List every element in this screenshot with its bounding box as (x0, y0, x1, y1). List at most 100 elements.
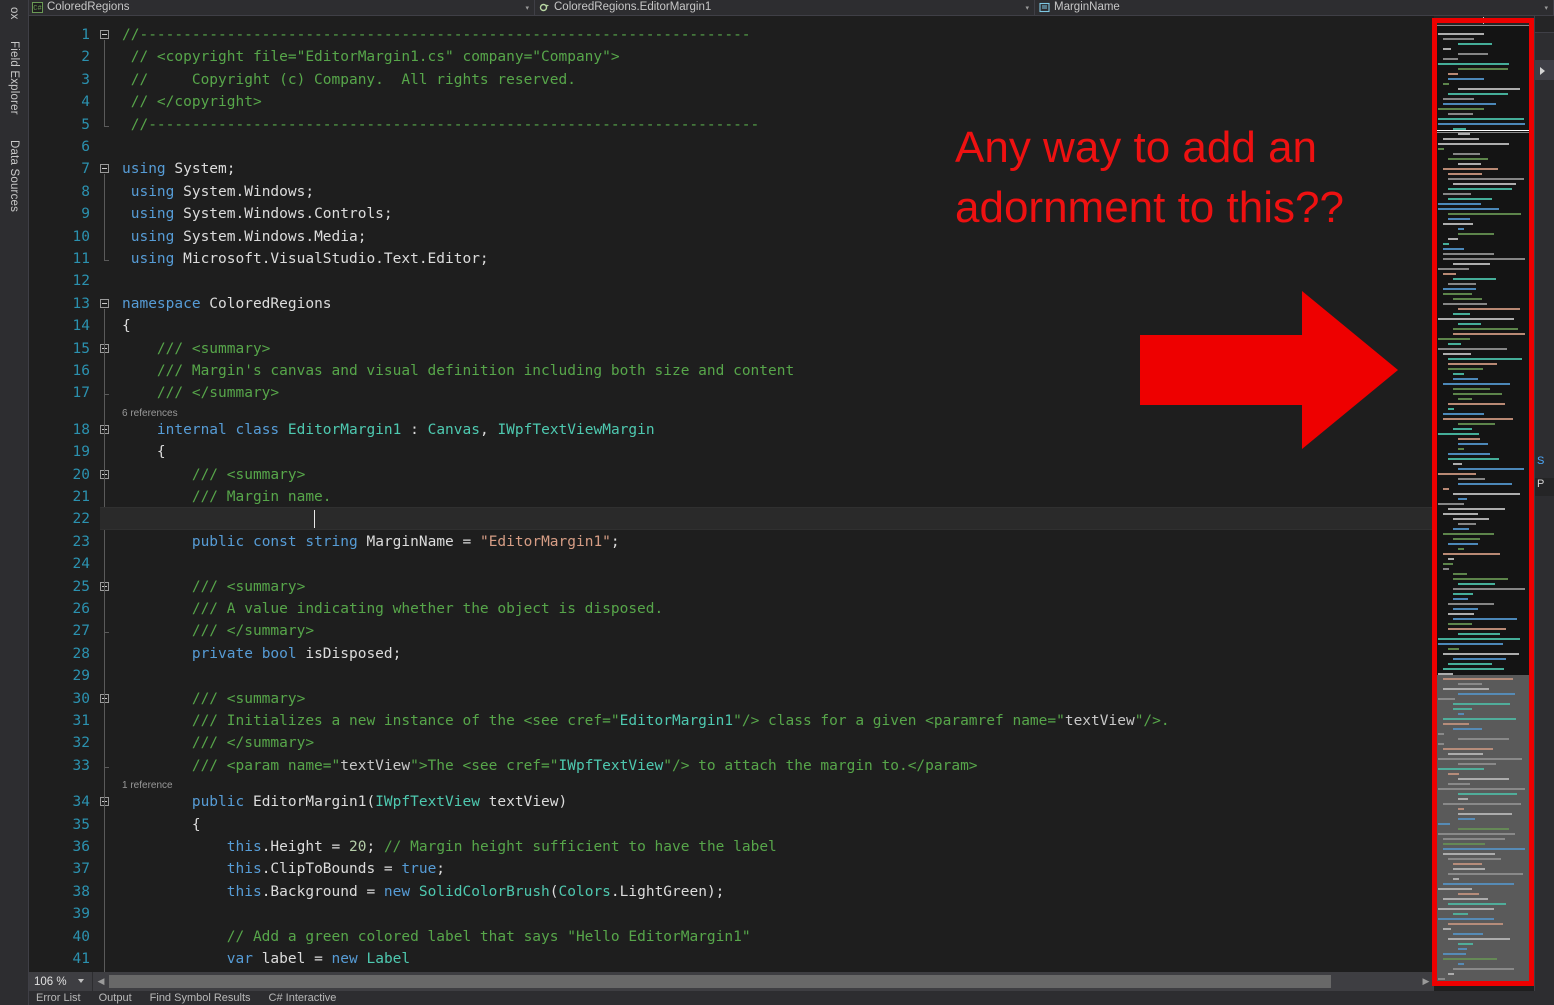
code-line[interactable]: /// Initializes a new instance of the <s… (122, 710, 1170, 732)
tab-find-symbol-results[interactable]: Find Symbol Results (150, 991, 251, 1005)
code-line[interactable]: /// <summary> (122, 576, 306, 598)
scroll-right-arrow-icon[interactable]: ▶ (1418, 972, 1434, 991)
minimap-code-line (1453, 868, 1485, 870)
code-token: /// </summary> (191, 623, 315, 640)
right-panel-properties[interactable]: P (1535, 478, 1554, 496)
minimap-code-line (1443, 288, 1476, 290)
code-line[interactable]: /// <summary> (122, 688, 306, 710)
minimap-code-line (1458, 468, 1524, 470)
code-line[interactable]: /// <param name="textView">The <see cref… (122, 755, 978, 777)
code-line[interactable]: using Microsoft.VisualStudio.Text.Editor… (122, 248, 489, 270)
code-line[interactable]: // Copyright (c) Company. All rights res… (122, 69, 576, 91)
dock-tab-field-explorer[interactable]: Field Explorer (0, 30, 28, 126)
minimap-code-line (1443, 928, 1451, 930)
code-line[interactable]: namespace ColoredRegions (122, 293, 332, 315)
minimap-code-line (1458, 233, 1494, 235)
navbar-type-dropdown[interactable]: ColoredRegions.EditorMargin1 ▾ (535, 0, 1035, 15)
code-line[interactable]: { (122, 315, 131, 337)
chevron-down-icon[interactable]: ▾ (1544, 0, 1548, 15)
line-number: 6 (81, 139, 90, 155)
code-line[interactable]: /// </summary> (122, 382, 279, 404)
minimap-code-line (1443, 103, 1496, 105)
minimap-code-line (1438, 108, 1484, 110)
minimap-code-line (1448, 78, 1484, 80)
right-panel-link[interactable]: S (1537, 455, 1544, 467)
code-line[interactable]: /// A value indicating whether the objec… (122, 598, 663, 620)
code-token: : (401, 421, 428, 438)
minimap-code-line (1453, 593, 1473, 595)
folding-margin[interactable] (100, 15, 122, 972)
navbar-project-dropdown[interactable]: C# ColoredRegions ▾ (28, 0, 535, 15)
minimap-code-line (1448, 613, 1474, 615)
minimap-code-line (1443, 803, 1521, 805)
dock-tab-toolbox[interactable]: ox (0, 0, 28, 26)
minimap-code-line (1458, 88, 1520, 90)
minimap-splitter-handle[interactable] (1434, 15, 1534, 25)
minimap-code-line (1438, 33, 1484, 35)
code-line[interactable]: var label = new Label (122, 948, 410, 970)
minimap-code-line (1458, 438, 1480, 440)
tab-csharp-interactive[interactable]: C# Interactive (269, 991, 337, 1005)
line-number: 8 (81, 183, 90, 200)
codelens-reference-count[interactable]: 1 reference (122, 779, 173, 792)
code-line[interactable]: using System.Windows.Controls; (122, 203, 393, 225)
code-line[interactable]: this.ClipToBounds = true; (122, 858, 445, 880)
horizontal-scrollbar-thumb[interactable] (109, 975, 1331, 988)
fold-collapse-icon[interactable] (100, 298, 109, 308)
code-line[interactable]: this.Height = 20; // Margin height suffi… (122, 836, 777, 858)
code-line[interactable]: public EditorMargin1(IWpfTextView textVi… (122, 791, 567, 813)
code-line[interactable]: // <copyright file="EditorMargin1.cs" co… (122, 46, 620, 68)
code-line[interactable]: // </copyright> (122, 91, 262, 113)
minimap-code-line (1443, 98, 1474, 100)
zoom-level-selector[interactable]: 106 % (28, 972, 93, 991)
code-line[interactable]: using System; (122, 158, 236, 180)
line-number: 11 (72, 251, 90, 267)
chevron-down-icon[interactable]: ▾ (525, 0, 529, 15)
minimap-code-line (1453, 968, 1514, 970)
line-number: 5 (81, 116, 90, 133)
minimap-code-line (1438, 268, 1469, 270)
minimap-code-line (1448, 508, 1505, 510)
fold-guide-line (104, 40, 105, 126)
minimap-code-line (1443, 668, 1504, 670)
code-token: var (226, 951, 253, 967)
code-line[interactable]: this.Background = new SolidColorBrush(Co… (122, 881, 725, 903)
code-line[interactable]: using System.Windows.Media; (122, 226, 367, 248)
horizontal-scrollbar-track[interactable] (109, 972, 1418, 991)
code-line[interactable]: /// <summary> (122, 464, 306, 486)
code-line[interactable]: /// Margin name. (122, 486, 332, 508)
code-line[interactable]: private bool isDisposed; (122, 643, 402, 665)
code-line[interactable]: /// <summary> (122, 338, 271, 360)
class-icon (539, 2, 550, 13)
code-line[interactable]: // Add a green colored label that says "… (122, 926, 751, 948)
tab-error-list[interactable]: Error List (36, 991, 81, 1005)
code-line[interactable]: { (122, 814, 201, 836)
scroll-left-arrow-icon[interactable]: ◀ (93, 972, 109, 991)
navbar-member-dropdown[interactable]: MarginName ▾ (1035, 0, 1554, 15)
right-panel-tree-row[interactable] (1535, 60, 1554, 80)
code-line[interactable]: internal class EditorMargin1 : Canvas, I… (122, 419, 655, 441)
code-line[interactable]: /// </summary> (122, 732, 314, 754)
codelens-reference-count[interactable]: 6 references (122, 407, 178, 420)
code-line[interactable]: /// </summary> (122, 620, 314, 642)
splitter-grip-icon (1475, 16, 1493, 24)
code-line[interactable]: public const string MarginName = "Editor… (122, 531, 620, 553)
code-line[interactable]: { (122, 441, 166, 463)
chevron-down-icon[interactable] (78, 979, 84, 983)
tab-output[interactable]: Output (99, 991, 132, 1005)
dock-tab-data-sources[interactable]: Data Sources (0, 130, 28, 222)
fold-collapse-icon[interactable] (100, 30, 109, 39)
right-side-panel[interactable]: S P (1534, 0, 1554, 1005)
current-line-highlight (100, 507, 1434, 530)
code-line[interactable]: /// Margin's canvas and visual definitio… (122, 360, 794, 382)
code-line[interactable]: //--------------------------------------… (122, 24, 751, 46)
line-number: 1 (81, 27, 90, 43)
code-line[interactable]: //--------------------------------------… (122, 114, 760, 136)
fold-collapse-icon[interactable] (100, 164, 109, 174)
chevron-down-icon[interactable]: ▾ (1025, 0, 1029, 15)
code-minimap[interactable] (1434, 15, 1534, 985)
code-line[interactable]: using System.Windows; (122, 181, 314, 203)
